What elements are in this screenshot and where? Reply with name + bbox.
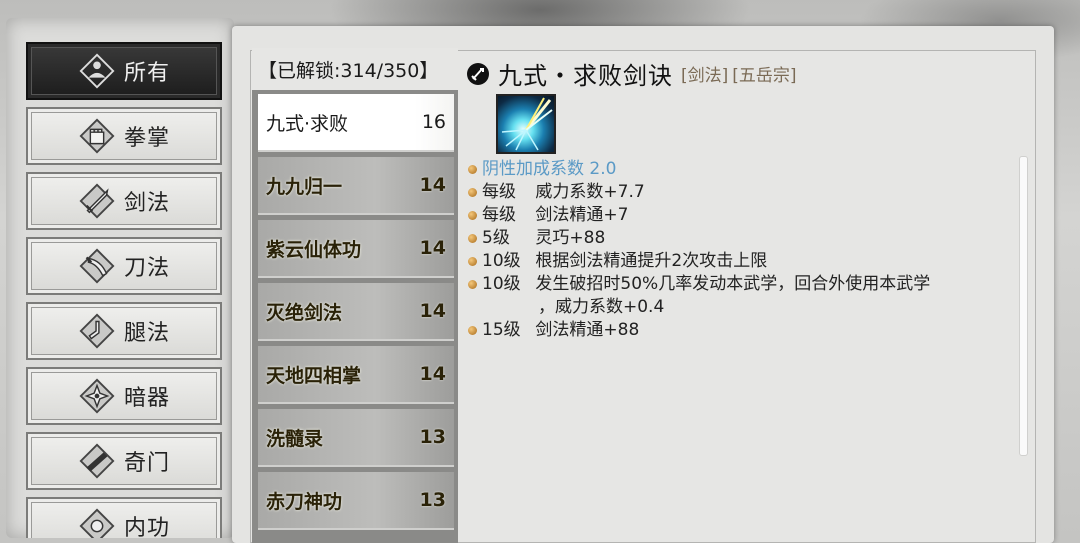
skill-level: 14: [419, 237, 446, 259]
sword-type-icon: [467, 62, 489, 85]
skill-name: 紫云仙体功: [266, 238, 362, 261]
fist-icon: [79, 118, 115, 154]
skill-level: 14: [419, 300, 446, 322]
category-label: 拳掌: [123, 126, 170, 151]
skill-row[interactable]: 赤刀神功 13: [258, 472, 454, 530]
effect-level: 10级: [482, 251, 521, 271]
effect-level: 5级: [482, 228, 510, 248]
category-fist[interactable]: 拳掌: [26, 107, 222, 165]
skill-name: 洗髓录: [266, 427, 324, 450]
skill-level: 14: [419, 363, 446, 385]
skill-image: [496, 94, 556, 154]
bullet-icon: [468, 188, 477, 197]
skill-row[interactable]: 洗髓录 13: [258, 409, 454, 467]
category-hidden-weapon[interactable]: 暗器: [26, 367, 222, 425]
detail-header: 九式・求败剑诀 [剑法] [五岳宗]: [466, 56, 797, 91]
skill-row[interactable]: 九式·求败 16: [258, 94, 454, 152]
kick-icon: [79, 313, 115, 349]
skill-level: 14: [419, 174, 446, 196]
skill-sect-tag: [五岳宗]: [732, 66, 797, 86]
bullet-icon: [468, 326, 477, 335]
category-label: 剑法: [123, 191, 170, 216]
effect-text: 阴性加成系数 2.0: [482, 159, 617, 179]
effect-item: 5级 灵巧+88: [468, 227, 1028, 250]
skill-row[interactable]: 灭绝剑法 14: [258, 283, 454, 341]
bullet-icon: [468, 280, 477, 289]
effect-item: 每级 剑法精通+7: [468, 204, 1028, 227]
category-label: 内功: [123, 516, 170, 538]
effect-level: 15级: [482, 320, 521, 340]
exotic-icon: [79, 443, 115, 479]
skill-level: 16: [421, 111, 446, 133]
skill-name: 天地四相掌: [266, 364, 362, 387]
effect-text: 剑法精通+7: [535, 205, 629, 225]
bullet-icon: [468, 165, 477, 174]
bullet-icon: [468, 234, 477, 243]
sword-icon: [79, 183, 115, 219]
category-kick[interactable]: 腿法: [26, 302, 222, 360]
skill-name: 九九归一: [266, 175, 343, 198]
effect-text: 灵巧+88: [535, 228, 606, 248]
skill-row[interactable]: 紫云仙体功 14: [258, 220, 454, 278]
category-sword[interactable]: 剑法: [26, 172, 222, 230]
category-label: 腿法: [123, 321, 170, 346]
skill-row[interactable]: 天地四相掌 14: [258, 346, 454, 404]
effect-item: 10级 根据剑法精通提升2次攻击上限: [468, 250, 1028, 273]
inner-icon: [79, 508, 115, 538]
category-all[interactable]: 所有: [26, 42, 222, 100]
category-label: 暗器: [123, 386, 170, 411]
all-icon: [79, 53, 115, 89]
category-blade[interactable]: 刀法: [26, 237, 222, 295]
skill-name: 灭绝剑法: [266, 301, 343, 324]
skill-detail: 九式・求败剑诀 [剑法] [五岳宗] 阴性加成系数 2.0 每级 威力系数+7.…: [462, 50, 1042, 530]
category-inner[interactable]: 内功: [26, 497, 222, 538]
unlocked-count: 【已解锁:314/350】: [258, 56, 443, 84]
effect-item: 15级 剑法精通+88: [468, 319, 1028, 342]
skill-row[interactable]: 九九归一 14: [258, 157, 454, 215]
skill-name: 赤刀神功: [266, 490, 343, 513]
category-label: 所有: [123, 61, 170, 86]
effect-list: 阴性加成系数 2.0 每级 威力系数+7.7 每级 剑法精通+7 5级 灵巧+8…: [468, 158, 1028, 342]
bullet-icon: [468, 257, 477, 266]
skill-name: 九式·求败: [266, 112, 349, 135]
effect-text: 发生破招时50%几率发动本武学，回合外使用本武学: [535, 274, 931, 294]
effect-text-continued: ，威力系数+0.4: [538, 297, 665, 317]
category-label: 刀法: [123, 256, 170, 281]
effect-item: 每级 威力系数+7.7: [468, 181, 1028, 204]
skill-title: 九式・求败剑诀: [498, 62, 673, 90]
effect-level: 每级: [482, 182, 516, 202]
sword-burst-icon: [501, 97, 553, 151]
skill-level: 13: [419, 489, 446, 511]
shuriken-icon: [79, 378, 115, 414]
blade-icon: [79, 248, 115, 284]
effect-item: 10级 发生破招时50%几率发动本武学，回合外使用本武学 ，威力系数+0.4: [468, 273, 1028, 319]
effect-text: 根据剑法精通提升2次攻击上限: [535, 251, 768, 271]
effect-text: 威力系数+7.7: [535, 182, 645, 202]
effect-text: 剑法精通+88: [535, 320, 640, 340]
effect-level: 每级: [482, 205, 516, 225]
effect-item: 阴性加成系数 2.0: [468, 158, 1028, 181]
effect-level: 10级: [482, 274, 521, 294]
category-exotic[interactable]: 奇门: [26, 432, 222, 490]
category-label: 奇门: [123, 451, 170, 476]
skill-level: 13: [419, 426, 446, 448]
bullet-icon: [468, 211, 477, 220]
detail-scrollbar[interactable]: [1019, 156, 1028, 456]
category-sidebar: 所有 拳掌 剑法 刀法 腿法 暗器 奇门 内功: [6, 18, 234, 538]
skill-type-tag: [剑法]: [681, 66, 729, 86]
